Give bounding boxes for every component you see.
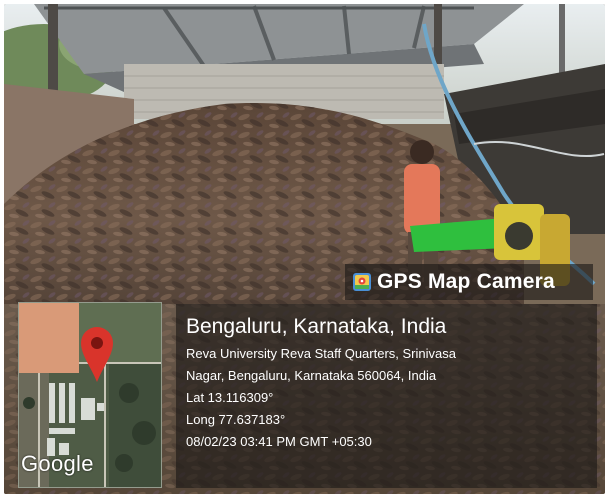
latitude-text: Lat 13.116309° xyxy=(186,390,274,405)
location-city: Bengaluru, Karnataka, India xyxy=(186,315,447,338)
address-line-2: Nagar, Bengaluru, Karnataka 560064, Indi… xyxy=(186,368,437,383)
map-thumbnail: Google xyxy=(18,302,162,488)
map-pin-icon xyxy=(81,327,113,383)
google-attribution: Google xyxy=(21,451,94,476)
gps-map-camera-badge: GPS Map Camera xyxy=(345,264,593,300)
map-camera-icon xyxy=(353,273,371,291)
badge-title: GPS Map Camera xyxy=(377,270,555,293)
longitude-text: Long 77.637183° xyxy=(186,412,286,427)
location-info-panel: Bengaluru, Karnataka, India Reva Univers… xyxy=(176,304,597,488)
address-line-1: Reva University Reva Staff Quarters, Sri… xyxy=(186,346,456,361)
datetime-text: 08/02/23 03:41 PM GMT +05:30 xyxy=(186,434,372,449)
